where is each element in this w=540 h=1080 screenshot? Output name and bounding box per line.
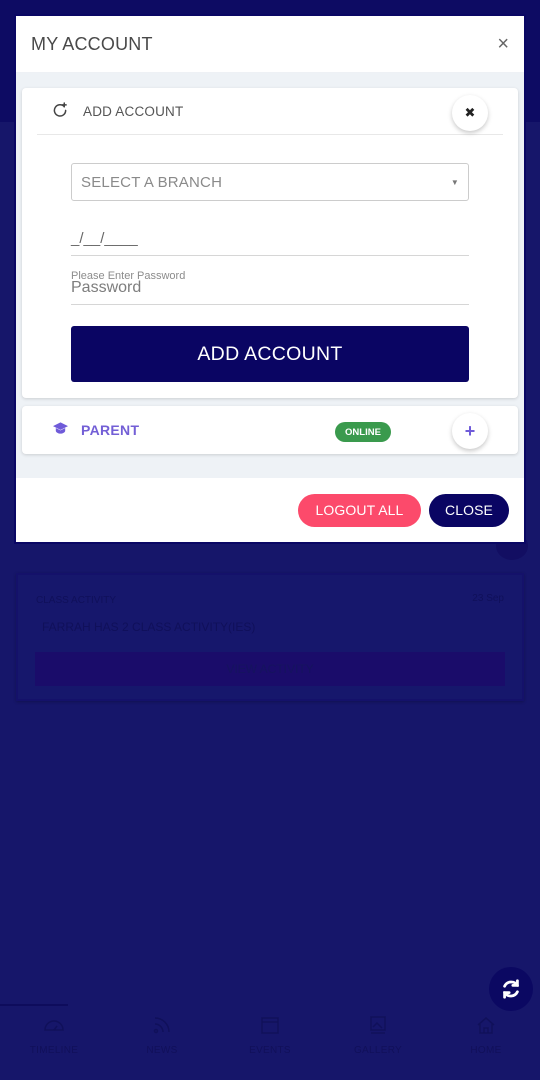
chevron-down-icon: ▼ bbox=[450, 177, 459, 187]
rotate-plus-icon bbox=[53, 102, 71, 120]
calendar-icon bbox=[259, 1015, 281, 1035]
add-account-form: SELECT A BRANCH ▼ _/__/____ Please Enter… bbox=[71, 163, 469, 382]
add-account-panel-header[interactable]: ADD ACCOUNT bbox=[37, 88, 503, 135]
date-mask: _/__/____ bbox=[71, 230, 138, 247]
nav-label: GALLERY bbox=[353, 1045, 403, 1056]
activity-card-date: 23 Sep bbox=[472, 593, 504, 604]
password-placeholder: Password bbox=[71, 279, 142, 296]
password-input[interactable]: Please Enter Password Password bbox=[71, 256, 469, 305]
nav-label: EVENTS bbox=[249, 1045, 291, 1056]
rss-icon bbox=[151, 1015, 173, 1035]
modal-footer: LOGOUT ALL CLOSE bbox=[16, 478, 524, 542]
branch-select-placeholder: SELECT A BRANCH bbox=[81, 173, 223, 191]
nav-item-news[interactable]: NEWS bbox=[108, 1005, 216, 1080]
account-name: PARENT bbox=[81, 422, 140, 438]
nav-item-events[interactable]: EVENTS bbox=[216, 1005, 324, 1080]
add-account-title: ADD ACCOUNT bbox=[83, 103, 184, 119]
close-icon[interactable]: × bbox=[497, 34, 509, 54]
date-of-birth-input[interactable]: _/__/____ bbox=[71, 219, 469, 256]
modal-body: ADD ACCOUNT ✖ SELECT A BRANCH ▼ _/__/___… bbox=[16, 73, 524, 478]
collapse-add-account-button[interactable]: ✖ bbox=[452, 95, 488, 131]
logout-all-button[interactable]: LOGOUT ALL bbox=[298, 493, 421, 527]
gallery-icon bbox=[367, 1015, 389, 1035]
dashboard-icon bbox=[43, 1015, 65, 1035]
modal-header: MY ACCOUNT × bbox=[16, 16, 524, 73]
my-account-modal: MY ACCOUNT × ADD ACCOUNT ✖ SELECT A BRAN… bbox=[16, 16, 524, 542]
status-badge: ONLINE bbox=[335, 422, 391, 442]
view-activity-button[interactable]: VIEW ACTIVITY bbox=[35, 652, 505, 686]
add-account-button[interactable]: ADD ACCOUNT bbox=[71, 326, 469, 382]
nav-label: NEWS bbox=[146, 1045, 178, 1056]
activity-card-label: CLASS ACTIVITY bbox=[36, 595, 117, 606]
nav-item-gallery[interactable]: GALLERY bbox=[324, 1005, 432, 1080]
close-button[interactable]: CLOSE bbox=[429, 493, 509, 527]
nav-item-home[interactable]: HOME bbox=[432, 1005, 540, 1080]
activity-card-message: FARRAH HAS 2 CLASS ACTIVITY(IES) bbox=[42, 620, 256, 634]
nav-label: TIMELINE bbox=[29, 1045, 79, 1056]
graduation-cap-icon bbox=[53, 422, 69, 438]
nav-item-timeline[interactable]: TIMELINE bbox=[0, 1005, 108, 1080]
expand-account-button[interactable]: + bbox=[452, 413, 488, 449]
add-account-panel: ADD ACCOUNT ✖ SELECT A BRANCH ▼ _/__/___… bbox=[22, 88, 518, 398]
bottom-nav: TIMELINE NEWS EVENTS GALLERY HOME bbox=[0, 1005, 540, 1080]
home-icon bbox=[475, 1015, 497, 1035]
nav-label: HOME bbox=[470, 1045, 502, 1056]
refresh-icon bbox=[503, 979, 519, 999]
close-icon: ✖ bbox=[464, 105, 476, 120]
modal-title: MY ACCOUNT bbox=[31, 33, 153, 54]
plus-icon: + bbox=[464, 420, 476, 441]
branch-select[interactable]: SELECT A BRANCH ▼ bbox=[71, 163, 469, 201]
account-item-parent[interactable]: PARENT ONLINE + bbox=[22, 406, 518, 454]
activity-card: CLASS ACTIVITY 23 Sep FARRAH HAS 2 CLASS… bbox=[16, 573, 524, 701]
